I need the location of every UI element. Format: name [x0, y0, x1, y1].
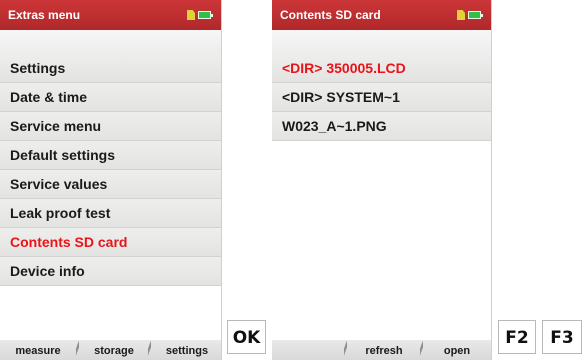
- ok-key[interactable]: OK: [227, 320, 266, 354]
- file-list: <DIR> 350005.LCD <DIR> SYSTEM~1 W023_A~1…: [272, 54, 491, 141]
- menu-item-device-info[interactable]: Device info: [0, 257, 221, 286]
- status-icons: [457, 9, 483, 21]
- softkey-open[interactable]: open: [424, 340, 490, 360]
- softkey-settings[interactable]: settings: [152, 340, 222, 360]
- softkey-row: refresh open: [272, 340, 491, 360]
- softkey-measure[interactable]: measure: [0, 340, 76, 360]
- battery-icon: [198, 11, 213, 19]
- file-item-w023-png[interactable]: W023_A~1.PNG: [272, 112, 491, 141]
- file-item-system[interactable]: <DIR> SYSTEM~1: [272, 83, 491, 112]
- softkey-storage[interactable]: storage: [80, 340, 148, 360]
- menu-item-default-settings[interactable]: Default settings: [0, 141, 221, 170]
- softkey-divider: [344, 340, 347, 360]
- sd-card-icon: [457, 10, 465, 20]
- title-bar: Contents SD card: [272, 0, 491, 30]
- menu-item-leak-proof-test[interactable]: Leak proof test: [0, 199, 221, 228]
- header-band: [0, 30, 221, 54]
- menu-item-contents-sd-card[interactable]: Contents SD card: [0, 228, 221, 257]
- status-icons: [187, 9, 213, 21]
- battery-icon: [468, 11, 483, 19]
- extras-menu-list: Settings Date & time Service menu Defaul…: [0, 54, 221, 286]
- softkey-divider: [76, 340, 79, 360]
- f3-key[interactable]: F3: [542, 320, 582, 354]
- header-band: [272, 30, 491, 54]
- softkey-empty[interactable]: [272, 340, 344, 360]
- softkey-row: measure storage settings: [0, 340, 221, 360]
- softkey-divider: [148, 340, 151, 360]
- softkey-refresh[interactable]: refresh: [348, 340, 420, 360]
- title-bar: Extras menu: [0, 0, 221, 30]
- file-item-350005-lcd[interactable]: <DIR> 350005.LCD: [272, 54, 491, 83]
- screen-title: Contents SD card: [280, 8, 381, 22]
- softkey-divider: [420, 340, 423, 360]
- menu-item-date-time[interactable]: Date & time: [0, 83, 221, 112]
- sd-card-contents-screen: Contents SD card <DIR> 350005.LCD <DIR> …: [272, 0, 492, 360]
- screen-title: Extras menu: [8, 8, 81, 22]
- menu-item-settings[interactable]: Settings: [0, 54, 221, 83]
- sd-card-icon: [187, 10, 195, 20]
- f2-key[interactable]: F2: [498, 320, 536, 354]
- extras-menu-screen: Extras menu Settings Date & time Service…: [0, 0, 222, 360]
- menu-item-service-values[interactable]: Service values: [0, 170, 221, 199]
- menu-item-service-menu[interactable]: Service menu: [0, 112, 221, 141]
